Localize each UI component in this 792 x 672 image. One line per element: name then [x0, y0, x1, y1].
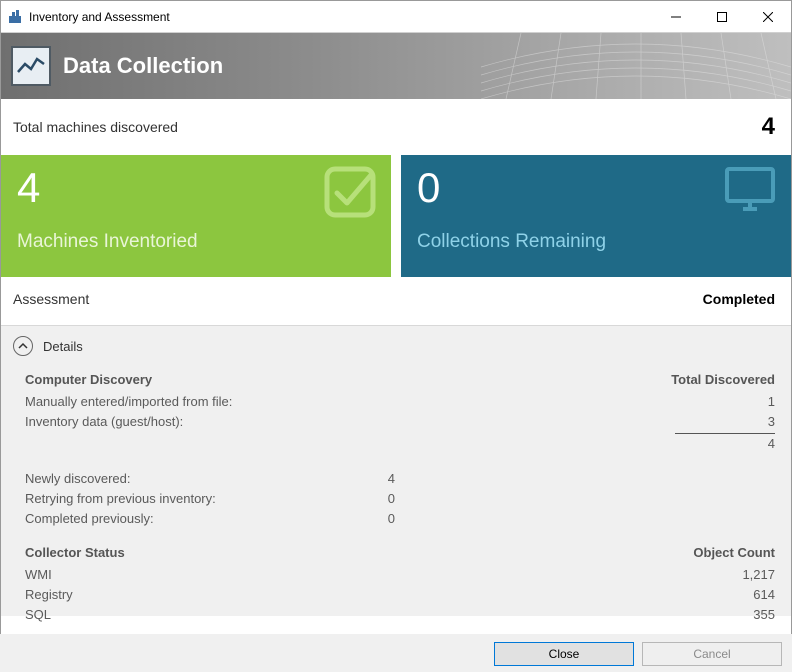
collector-row: Registry 614 [25, 585, 775, 605]
total-label: Total machines discovered [13, 119, 762, 135]
total-discovered-label: Total Discovered [615, 370, 775, 390]
discovery-extra-row: Retrying from previous inventory: 0 [25, 489, 775, 509]
discovery-row-value: 1 [615, 392, 775, 412]
titlebar: Inventory and Assessment [1, 1, 791, 33]
app-icon [7, 9, 23, 25]
discovery-total-row: 4 [25, 434, 775, 454]
close-window-button[interactable] [745, 1, 791, 33]
total-machines-row: Total machines discovered 4 [1, 99, 791, 155]
discovery-extra-row: Newly discovered: 4 [25, 469, 775, 489]
discovery-row-value: 3 [615, 412, 775, 434]
collector-row: WMI 1,217 [25, 565, 775, 585]
remaining-value: 0 [417, 167, 775, 209]
discovery-row: Inventory data (guest/host): 3 [25, 412, 775, 434]
collector-label: SQL [25, 605, 615, 625]
collector-value: 1,217 [615, 565, 775, 585]
cancel-button: Cancel [642, 642, 782, 666]
assessment-status: Completed [703, 291, 775, 307]
object-count-label: Object Count [615, 543, 775, 563]
collector-value: 355 [615, 605, 775, 625]
window-controls [653, 1, 791, 32]
tile-collections-remaining: 0 Collections Remaining [401, 155, 791, 277]
checkmark-icon [323, 165, 377, 222]
discovery-row-label: Manually entered/imported from file: [25, 392, 615, 412]
details-toggle[interactable]: Details [13, 336, 775, 356]
extra-value: 4 [355, 469, 395, 489]
details-section: Details Computer Discovery Total Discove… [1, 326, 791, 616]
window-title: Inventory and Assessment [29, 10, 653, 24]
extra-value: 0 [355, 489, 395, 509]
discovery-total: 4 [615, 434, 775, 454]
minimize-button[interactable] [653, 1, 699, 33]
chevron-up-icon [13, 336, 33, 356]
computer-discovery-title: Computer Discovery [25, 370, 615, 390]
inventoried-caption: Machines Inventoried [17, 231, 375, 253]
tile-machines-inventoried: 4 Machines Inventoried [1, 155, 391, 277]
button-bar: Close Cancel [0, 634, 792, 672]
total-value: 4 [762, 113, 775, 141]
extra-label: Newly discovered: [25, 469, 355, 489]
discovery-row-label: Inventory data (guest/host): [25, 412, 615, 434]
header-ribbon: Data Collection [1, 33, 791, 99]
inventoried-value: 4 [17, 167, 375, 209]
details-body: Computer Discovery Total Discovered Manu… [13, 370, 775, 626]
extra-label: Retrying from previous inventory: [25, 489, 355, 509]
extra-value: 0 [355, 509, 395, 529]
chart-icon [11, 46, 51, 86]
collector-status-title: Collector Status [25, 543, 615, 563]
monitor-icon [723, 165, 777, 216]
collector-label: WMI [25, 565, 615, 585]
page-title: Data Collection [63, 53, 223, 79]
collector-row: SQL 355 [25, 605, 775, 625]
tiles: 4 Machines Inventoried 0 Collections Rem… [1, 155, 791, 277]
assessment-row: Assessment Completed [1, 277, 791, 326]
collector-value: 614 [615, 585, 775, 605]
extra-label: Completed previously: [25, 509, 355, 529]
collector-label: Registry [25, 585, 615, 605]
discovery-extra-row: Completed previously: 0 [25, 509, 775, 529]
maximize-button[interactable] [699, 1, 745, 33]
grid-decoration [481, 33, 791, 99]
close-button[interactable]: Close [494, 642, 634, 666]
assessment-label: Assessment [13, 291, 703, 307]
details-label: Details [43, 339, 83, 354]
discovery-row: Manually entered/imported from file: 1 [25, 392, 775, 412]
remaining-caption: Collections Remaining [417, 231, 775, 253]
